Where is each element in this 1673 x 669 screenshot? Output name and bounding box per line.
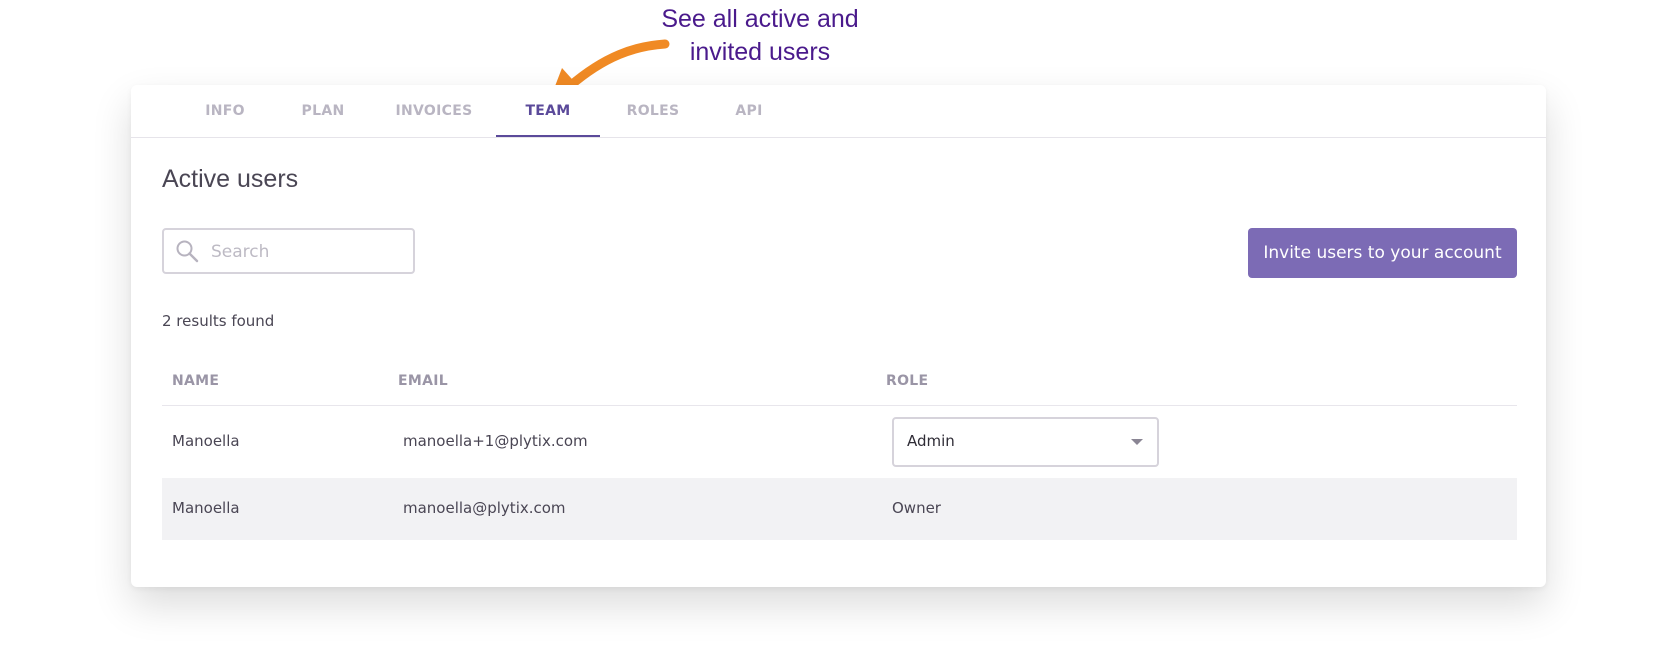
user-role: Owner [892,499,941,517]
tab-info[interactable]: INFO [176,85,274,135]
settings-tabs: INFO PLAN INVOICES TEAM ROLES API [131,85,1546,138]
column-header-email: EMAIL [398,373,448,389]
chevron-down-icon [1131,439,1143,445]
role-select-value: Admin [907,432,955,450]
user-email: manoella+1@plytix.com [403,432,588,450]
tab-team[interactable]: TEAM [496,85,600,137]
tab-roles[interactable]: ROLES [600,85,706,135]
search-box[interactable] [162,228,415,274]
users-table: NAME EMAIL ROLE Manoella manoella+1@plyt… [162,357,1517,540]
column-header-role: ROLE [886,373,929,389]
annotation-team-line1: See all active and [661,5,859,33]
table-row: Manoella manoella@plytix.com Owner [162,478,1517,540]
tab-invoices[interactable]: INVOICES [372,85,496,135]
page-title: Active users [162,165,299,193]
tab-api[interactable]: API [706,85,792,135]
table-header: NAME EMAIL ROLE [162,357,1517,406]
search-input[interactable] [209,236,408,268]
user-name: Manoella [172,432,240,450]
tab-plan[interactable]: PLAN [274,85,372,135]
user-email: manoella@plytix.com [403,499,566,517]
column-header-name: NAME [172,373,220,389]
invite-users-button[interactable]: Invite users to your account [1248,228,1517,278]
table-row: Manoella manoella+1@plytix.com Admin [162,406,1517,478]
search-icon [176,240,199,263]
results-count: 2 results found [162,312,275,330]
user-name: Manoella [172,499,240,517]
screenshot-stage: See all active and invited users Choose … [0,0,1673,669]
role-select[interactable]: Admin [892,417,1159,467]
account-settings-card: INFO PLAN INVOICES TEAM ROLES API Active… [131,85,1546,587]
